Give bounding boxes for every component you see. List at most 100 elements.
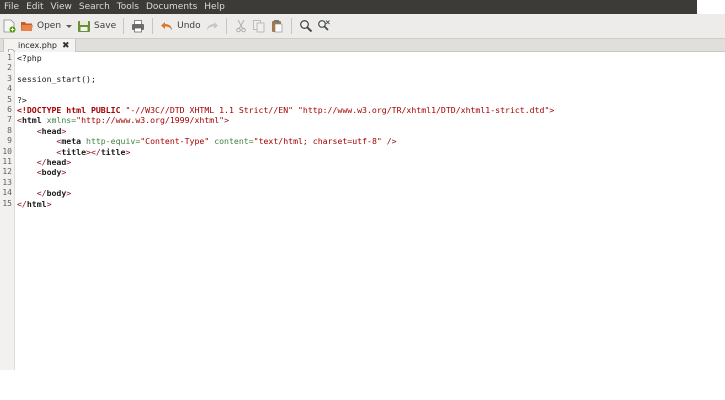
menu-documents[interactable]: Documents — [142, 0, 200, 14]
code-token: head — [46, 157, 67, 167]
code-token: session_start(); — [17, 73, 96, 84]
line-number-gutter: 1 2 3 4 5 6 7 8 9 10 11 12 13 14 15 — [0, 52, 15, 370]
save-label: Save — [94, 21, 117, 31]
line-number: 2 — [7, 63, 12, 73]
code-token: > — [66, 157, 72, 167]
undo-label: Undo — [177, 21, 201, 31]
code-token: xmlns= — [41, 115, 77, 126]
line-number: 4 — [7, 84, 12, 94]
paste-button[interactable] — [268, 16, 286, 36]
code-token: title — [61, 146, 87, 157]
code-token: /> — [381, 136, 397, 147]
menu-help[interactable]: Help — [200, 0, 228, 14]
code-token: </ — [17, 157, 47, 167]
code-token: < — [17, 167, 42, 178]
menu-bar: File Edit View Search Tools Documents He… — [0, 0, 725, 14]
magnifier-icon — [299, 19, 313, 33]
line-number: 11 — [2, 157, 12, 166]
document-tab-bar: incex.php ✖ — [0, 38, 725, 57]
copy-button[interactable] — [250, 16, 268, 36]
line-number: 1 — [7, 53, 12, 62]
redo-button[interactable] — [203, 16, 221, 36]
document-tab[interactable]: incex.php ✖ — [3, 39, 76, 57]
code-line: <body> — [17, 167, 67, 178]
code-token: "Content-Type" — [140, 136, 210, 147]
toolbar-separator — [290, 18, 292, 34]
line-number: 13 — [2, 177, 12, 187]
line-number: 6 — [7, 105, 12, 114]
code-line: </body> — [17, 188, 72, 199]
paste-icon — [270, 19, 284, 33]
code-token: < — [17, 136, 62, 147]
code-token: body — [41, 167, 62, 178]
code-token: > — [125, 146, 131, 157]
code-token: < — [17, 146, 62, 157]
close-tab-icon[interactable]: ✖ — [62, 41, 70, 51]
toolbar: Open Save Undo — [0, 14, 725, 38]
code-token: body — [46, 188, 67, 199]
toolbar-separator — [123, 18, 125, 34]
code-line: <head> — [17, 125, 67, 136]
line-number: 5 — [7, 94, 12, 104]
new-button[interactable] — [0, 16, 18, 36]
save-button[interactable]: Save — [75, 16, 118, 36]
new-document-icon — [2, 19, 16, 33]
open-label: Open — [37, 21, 62, 31]
menu-edit[interactable]: Edit — [22, 0, 46, 14]
line-number: 15 — [2, 198, 12, 208]
code-token: < — [17, 125, 42, 136]
code-token: ?> — [17, 94, 27, 105]
code-line: <title></title> — [17, 147, 130, 157]
line-number: 12 — [2, 167, 12, 177]
find-replace-button[interactable] — [315, 16, 333, 36]
code-line: session_start(); — [17, 74, 96, 84]
undo-button[interactable]: Undo — [158, 16, 203, 36]
code-token: html — [26, 198, 47, 209]
line-number: 9 — [7, 136, 12, 146]
code-token: "-//W3C//DTD XHTML 1.1 Strict//EN" "http… — [125, 105, 555, 115]
dropdown-arrow-icon — [65, 19, 73, 33]
menu-search[interactable]: Search — [75, 0, 113, 14]
toolbar-separator — [225, 18, 227, 34]
cut-button[interactable] — [232, 16, 250, 36]
find-button[interactable] — [297, 16, 315, 36]
code-token: > — [224, 115, 229, 126]
code-token: "http://www.w3.org/1999/xhtml" — [76, 115, 225, 126]
code-line: <meta http-equiv="Content-Type" content=… — [17, 136, 397, 147]
code-token: title — [100, 146, 126, 157]
line-number: 14 — [2, 188, 12, 198]
save-icon — [77, 19, 91, 33]
printer-icon — [131, 19, 145, 33]
code-token: > — [46, 198, 52, 209]
code-token: ></ — [86, 146, 101, 157]
code-token: </ — [17, 198, 27, 209]
folder-open-icon — [20, 19, 34, 33]
code-token: head — [41, 125, 62, 136]
code-token: content= — [209, 136, 254, 147]
document-icon — [8, 42, 15, 57]
code-token: http-equiv= — [81, 136, 141, 147]
code-token: > — [61, 167, 67, 178]
code-token: > — [61, 125, 67, 136]
line-number: 10 — [2, 146, 12, 156]
code-token: > — [66, 188, 72, 199]
window-corner — [697, 0, 725, 14]
menu-view[interactable]: View — [47, 0, 75, 14]
undo-arrow-icon — [160, 19, 174, 33]
menu-file[interactable]: File — [0, 0, 22, 14]
code-line: <?php — [17, 53, 42, 63]
menu-tools[interactable]: Tools — [113, 0, 142, 14]
code-token: <!DOCTYPE html PUBLIC — [17, 105, 126, 115]
code-line: ?> — [17, 95, 27, 105]
code-token: "text/html; charset=utf-8" — [253, 136, 382, 147]
open-button[interactable]: Open — [18, 16, 63, 36]
tab-filename: incex.php — [18, 41, 57, 50]
code-editor[interactable]: 1 2 3 4 5 6 7 8 9 10 11 12 13 14 15 <?php session_start… — [0, 52, 725, 400]
open-recent-dropdown[interactable] — [63, 16, 75, 36]
scissors-icon — [234, 19, 248, 33]
print-button[interactable] — [129, 16, 147, 36]
toolbar-separator — [152, 18, 154, 34]
code-line: <html xmlns="http://www.w3.org/1999/xhtm… — [17, 115, 229, 125]
redo-arrow-icon — [205, 19, 219, 33]
copy-icon — [252, 19, 266, 33]
